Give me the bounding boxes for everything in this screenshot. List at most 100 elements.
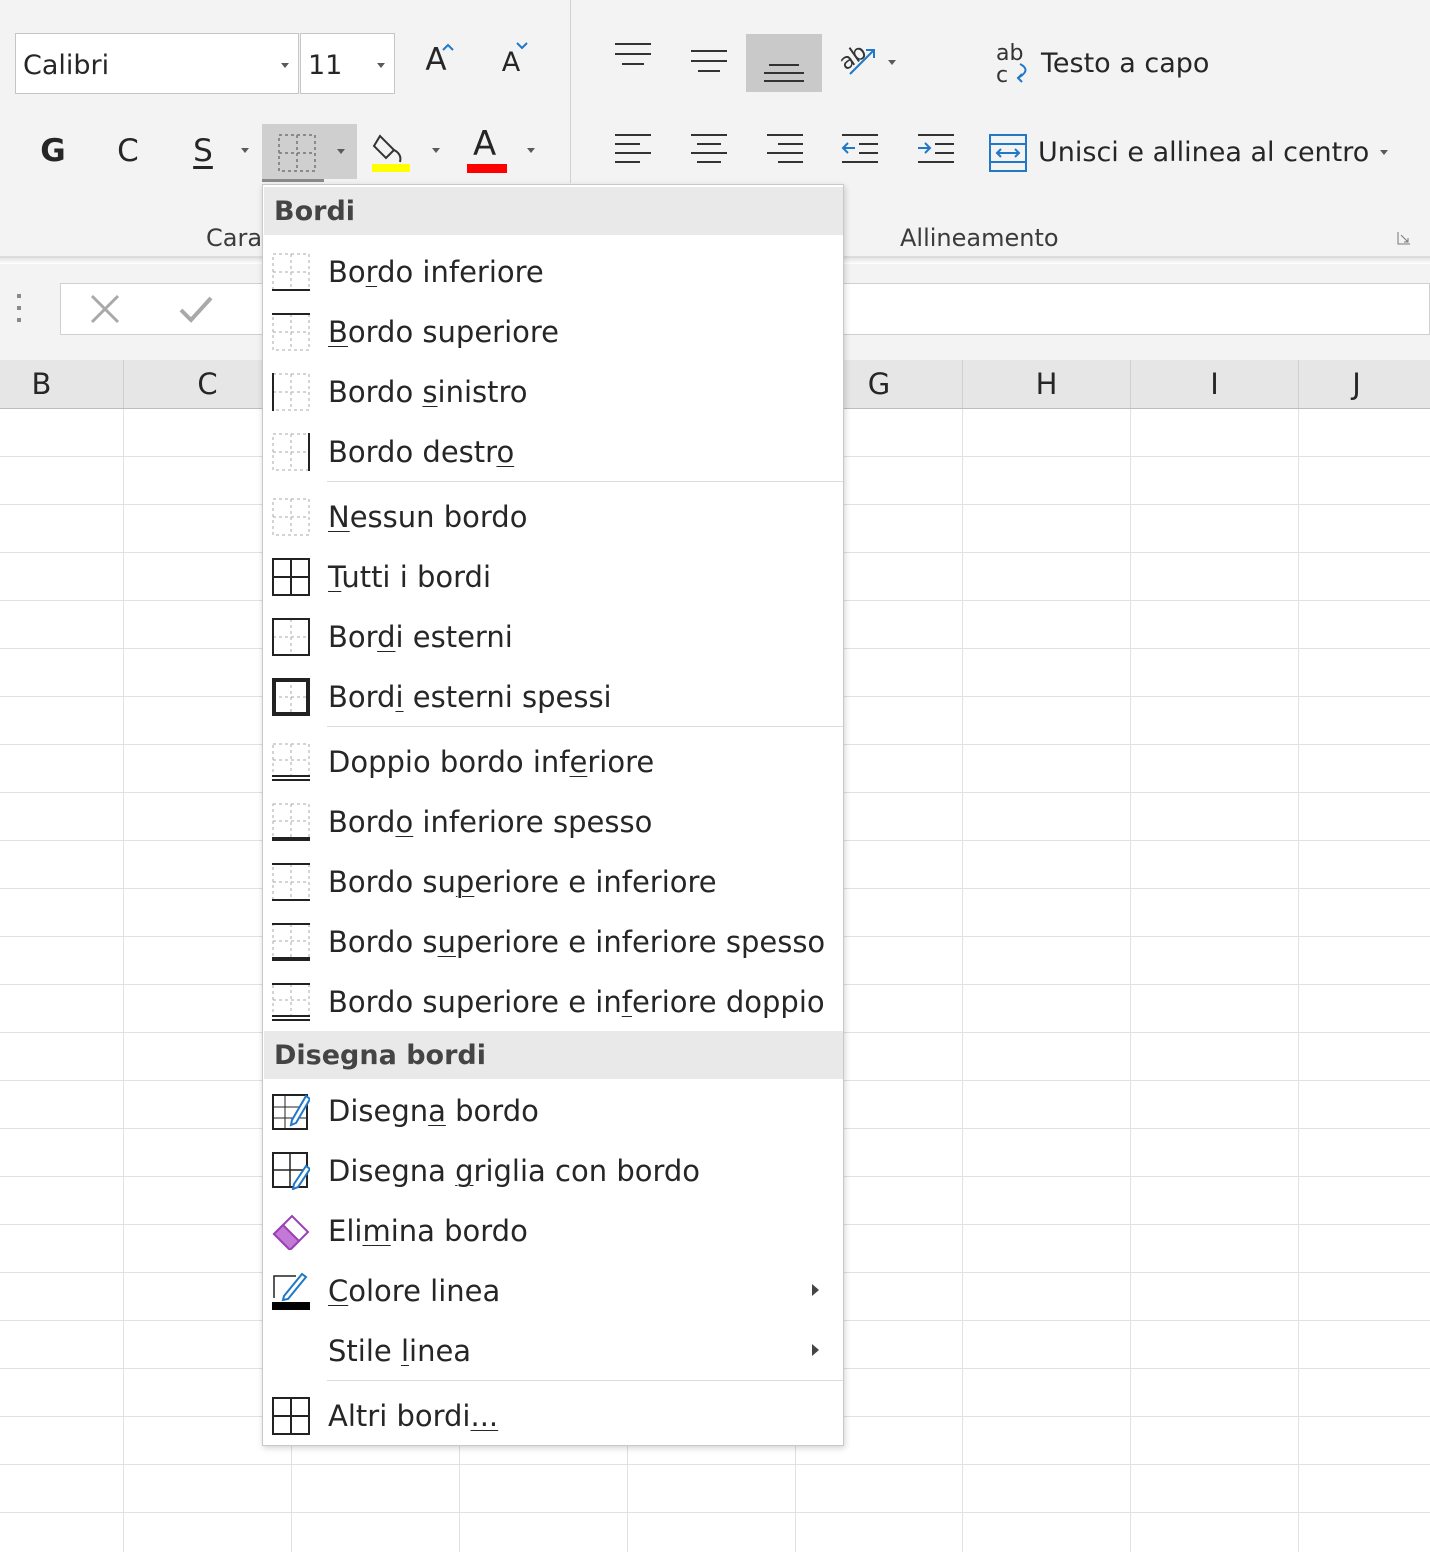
wrap-text-label: Testo a capo (1041, 48, 1210, 79)
formula-bar-grip[interactable] (17, 294, 23, 324)
align-bottom-button[interactable] (746, 34, 822, 92)
bottom-border-icon (272, 253, 310, 291)
font-name-value: Calibri (23, 50, 110, 81)
grow-font-button[interactable]: A (412, 36, 460, 84)
align-left-button[interactable] (608, 126, 658, 176)
italic-button[interactable]: C (105, 125, 151, 177)
menu-section-draw-borders: Disegna bordi (264, 1031, 843, 1079)
cancel-icon[interactable] (88, 292, 122, 326)
grow-caret-icon (442, 43, 454, 51)
align-middle-button[interactable] (684, 36, 734, 86)
menu-item-right-border[interactable]: Bordo destro (264, 423, 843, 481)
column-header-b[interactable]: B (0, 360, 124, 408)
align-top-button[interactable] (608, 36, 658, 86)
wrap-text-button[interactable]: ab c Testo a capo (994, 36, 1224, 90)
underline-label: S (193, 133, 213, 169)
borders-menu: Bordi Bordo inferiore Bordo superiore Bo… (262, 184, 844, 1446)
menu-item-top-border[interactable]: Bordo superiore (264, 303, 843, 361)
svg-text:c: c (996, 63, 1008, 88)
menu-item-top-double-bottom-border[interactable]: Bordo superiore e inferiore doppio (264, 973, 843, 1031)
increase-indent-button[interactable] (911, 126, 961, 176)
menu-item-label: Bordo superiore e inferiore doppio (328, 985, 825, 1019)
align-center-icon (691, 134, 727, 163)
borders-icon (278, 134, 316, 172)
double-bottom-border-icon (272, 743, 310, 781)
menu-item-draw-border-grid[interactable]: Disegna griglia con bordo (264, 1142, 843, 1200)
menu-item-label: Disegna griglia con bordo (328, 1154, 701, 1188)
group-separator (570, 0, 571, 183)
enter-icon[interactable] (178, 292, 214, 326)
menu-item-double-bottom-border[interactable]: Doppio bordo inferiore (264, 733, 843, 791)
menu-item-label: Bordi esterni spessi (328, 680, 612, 714)
bold-button[interactable]: G (30, 125, 76, 177)
underline-dropdown-icon[interactable] (241, 148, 249, 153)
decrease-indent-button[interactable] (835, 126, 885, 176)
menu-item-thick-bottom-border[interactable]: Bordo inferiore spesso (264, 793, 843, 851)
menu-item-label: Tutti i bordi (328, 560, 492, 594)
bold-label: G (40, 133, 66, 169)
right-border-icon (272, 433, 310, 471)
line-color-icon (272, 1272, 310, 1310)
align-middle-icon (691, 50, 727, 72)
font-shrink-icon: A (501, 46, 521, 78)
menu-separator (327, 1380, 843, 1381)
font-size-value: 11 (308, 50, 343, 81)
align-right-icon (767, 134, 803, 163)
column-header-j[interactable]: J (1299, 360, 1430, 408)
menu-item-label: Stile linea (328, 1334, 472, 1368)
menu-item-outside-borders[interactable]: Bordi esterni (264, 608, 843, 666)
italic-label: C (117, 133, 139, 169)
menu-item-label: Bordi esterni (328, 620, 513, 654)
fill-color-icon (372, 134, 410, 172)
menu-item-label: Bordo superiore e inferiore (328, 865, 717, 899)
menu-item-bottom-border[interactable]: Bordo inferiore (264, 243, 843, 301)
merge-center-icon (989, 134, 1027, 172)
font-color-icon: A (473, 124, 497, 164)
font-size-combo[interactable]: 11 (300, 33, 395, 94)
menu-item-label: Nessun bordo (328, 500, 528, 534)
font-size-dropdown-icon[interactable] (377, 63, 385, 68)
borders-dropdown-icon[interactable] (337, 149, 345, 154)
thick-outside-borders-icon (272, 678, 310, 716)
font-color-button[interactable]: A (463, 124, 511, 176)
menu-item-all-borders[interactable]: Tutti i bordi (264, 548, 843, 606)
shrink-font-button[interactable]: A (487, 38, 535, 86)
font-color-dropdown-icon[interactable] (527, 148, 535, 153)
menu-item-erase-border[interactable]: Elimina bordo (264, 1202, 843, 1260)
underline-button[interactable]: S (180, 125, 226, 177)
align-right-button[interactable] (760, 126, 810, 176)
menu-item-draw-border[interactable]: Disegna bordo (264, 1082, 843, 1140)
menu-item-line-color[interactable]: Colore linea (264, 1262, 843, 1320)
no-border-icon (272, 498, 310, 536)
merge-center-button[interactable]: Unisci e allinea al centro (986, 128, 1369, 178)
font-group-label: Cara (206, 224, 263, 252)
fill-color-dropdown-icon[interactable] (432, 148, 440, 153)
menu-item-line-style[interactable]: Stile linea (264, 1322, 843, 1380)
menu-item-label: Doppio bordo inferiore (328, 745, 655, 779)
orientation-button[interactable]: ab (835, 38, 896, 88)
more-borders-icon (272, 1397, 310, 1435)
submenu-arrow-icon (812, 1344, 819, 1356)
dialog-launcher-icon[interactable] (1397, 231, 1411, 245)
merge-center-dropdown-icon[interactable] (1380, 150, 1388, 155)
column-header-h[interactable]: H (963, 360, 1131, 408)
align-center-button[interactable] (684, 126, 734, 176)
menu-item-label: Bordo superiore e inferiore spesso (328, 925, 826, 959)
menu-item-label: Elimina bordo (328, 1214, 528, 1248)
menu-item-more-borders[interactable]: Altri bordi... (264, 1387, 843, 1445)
menu-item-thick-outside-borders[interactable]: Bordi esterni spessi (264, 668, 843, 726)
draw-border-icon (272, 1094, 310, 1130)
menu-item-top-thick-bottom-border[interactable]: Bordo superiore e inferiore spesso (264, 913, 843, 971)
menu-section-borders: Bordi (264, 187, 843, 235)
eraser-icon (272, 1214, 310, 1250)
font-name-combo[interactable]: Calibri (15, 33, 299, 94)
fill-color-button[interactable] (368, 128, 414, 176)
menu-item-no-border[interactable]: Nessun bordo (264, 488, 843, 546)
menu-item-top-bottom-border[interactable]: Bordo superiore e inferiore (264, 853, 843, 911)
font-name-dropdown-icon[interactable] (281, 63, 289, 68)
borders-button[interactable] (262, 124, 357, 179)
outside-borders-icon (272, 618, 310, 656)
column-header-i[interactable]: I (1131, 360, 1299, 408)
menu-item-left-border[interactable]: Bordo sinistro (264, 363, 843, 421)
menu-item-label: Bordo destro (328, 435, 515, 469)
